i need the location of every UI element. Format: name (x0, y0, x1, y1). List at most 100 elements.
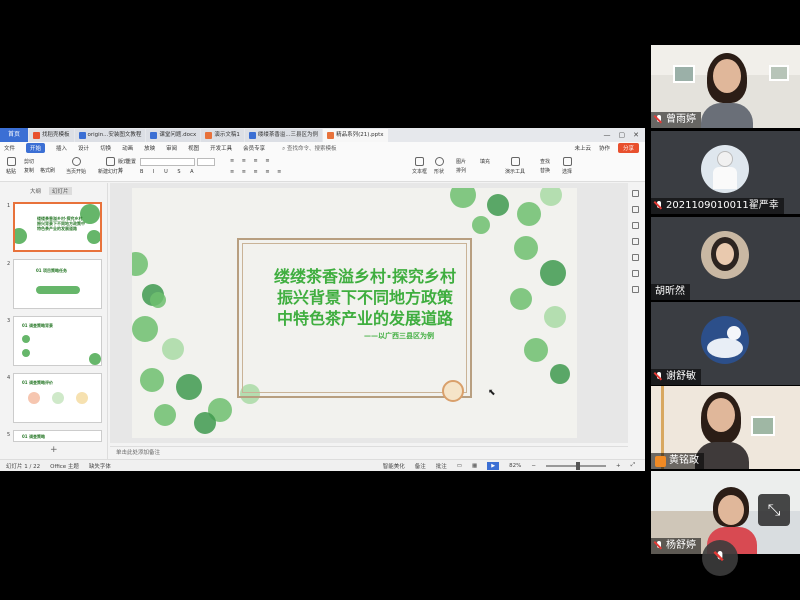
tab-outline[interactable]: 大纲 (30, 187, 41, 195)
font-name-box[interactable] (140, 158, 195, 166)
paste-button[interactable]: 粘贴 (6, 157, 16, 175)
play-from-button[interactable]: 当页开始 (66, 157, 86, 175)
slide-canvas[interactable]: 缕缕茶香溢乡村·探究乡村 振兴背景下不同地方政策 中特色茶产业的发展道路 ——以… (132, 188, 577, 438)
font-size-box[interactable] (197, 158, 215, 166)
status-bar: 幻灯片 1 / 22 Office 主题 缺失字体 智能美化 备注 批注 ▭ ▦… (0, 459, 645, 471)
person-body (701, 103, 753, 128)
avatar-figure-head (717, 151, 733, 167)
fill-button[interactable]: 填充 (480, 158, 490, 165)
comments-toggle[interactable]: 批注 (436, 462, 447, 470)
thumb-title: 缕缕茶香溢乡村·探究乡村振兴背景下不同地方政策中特色茶产业的发展道路 (37, 216, 85, 231)
copy-button[interactable]: 复制 (24, 167, 34, 174)
participant-tile[interactable]: 2021109010011翟严幸 (651, 131, 800, 214)
file-menu[interactable]: 文件 (4, 144, 15, 152)
cut-button[interactable]: 剪切 (24, 158, 34, 165)
slide-thumbnail-2[interactable]: 01 项目策略任务 (13, 259, 102, 309)
slide-thumbnail-1[interactable]: 缕缕茶香溢乡村·探究乡村振兴背景下不同地方政策中特色茶产业的发展道路 (13, 202, 102, 252)
minimize-icon[interactable]: — (604, 128, 611, 142)
person-face (713, 59, 741, 93)
font-style-buttons[interactable]: B I U S A (140, 169, 198, 175)
doc-tab[interactable]: origin...安装图文教程 (74, 129, 146, 142)
menu-item-slideshow[interactable]: 放映 (144, 144, 155, 152)
textbox-button[interactable]: 文本框 (412, 157, 427, 175)
menu-item-animation[interactable]: 动画 (122, 144, 133, 152)
format-painter-button[interactable]: 格式刷 (40, 167, 55, 174)
menu-item-review[interactable]: 审阅 (166, 144, 177, 152)
align-buttons[interactable]: ≡ ≡ ≡ ≡ ≡ (230, 169, 284, 175)
tab-slides[interactable]: 幻灯片 (49, 187, 72, 195)
shape-button[interactable]: 形状 (434, 157, 444, 175)
self-mic-button[interactable] (702, 540, 738, 576)
participant-name-tag: 黄铭政 (651, 453, 704, 469)
transition-icon[interactable] (631, 238, 639, 245)
menu-item-insert[interactable]: 插入 (56, 144, 67, 152)
close-icon[interactable]: ✕ (633, 128, 639, 142)
collab-button[interactable]: 协作 (599, 144, 610, 152)
menu-item-design[interactable]: 设计 (78, 144, 89, 152)
slideshow-tools-button[interactable]: 演示工具 (505, 157, 525, 175)
thumb-title: 01 调查策略评价 (22, 380, 53, 385)
search-icon: ⌕ (282, 145, 286, 152)
zoom-level[interactable]: 82% (509, 463, 521, 469)
participant-tile[interactable]: 曾雨婷 (651, 45, 800, 128)
reset-button[interactable]: 重置 (126, 158, 136, 165)
zoom-out-icon[interactable]: − (531, 463, 536, 469)
menu-item-start[interactable]: 开始 (26, 143, 46, 153)
fit-window-icon[interactable]: ⤢ (631, 462, 635, 469)
slide-subtitle[interactable]: ——以广西三县区为例 (364, 331, 434, 341)
avatar-face (716, 243, 734, 265)
backup-icon[interactable] (631, 254, 639, 261)
zoom-in-icon[interactable]: + (616, 463, 621, 469)
smart-beautify-button[interactable]: 智能美化 (383, 462, 405, 470)
wall-picture (769, 65, 789, 81)
settings-icon[interactable] (631, 270, 639, 277)
menu-item-view[interactable]: 视图 (188, 144, 199, 152)
mic-muted-icon (655, 201, 663, 211)
replace-button[interactable]: 替换 (540, 167, 550, 174)
missing-font-indicator[interactable]: 缺失字体 (89, 462, 111, 470)
doc-tab-active[interactable]: 精品系列(21).pptx (323, 129, 388, 142)
slide-thumbnail-3[interactable]: 01 调查策略背景 (13, 316, 102, 366)
doc-tab[interactable]: 课堂问题.docx (146, 129, 201, 142)
tab-home[interactable]: 首页 (0, 128, 28, 142)
style-icon[interactable] (631, 206, 639, 213)
normal-view-icon[interactable]: ▭ (457, 463, 462, 469)
properties-icon[interactable] (631, 190, 639, 197)
participant-name: 黄铭政 (669, 455, 699, 466)
menu-item-transition[interactable]: 切换 (100, 144, 111, 152)
arrange-button[interactable]: 排列 (456, 167, 466, 174)
section-button[interactable]: 节 (118, 167, 123, 174)
play-slideshow-icon[interactable]: ▶ (487, 461, 500, 470)
sorter-view-icon[interactable]: ▦ (472, 463, 477, 469)
slideshow-tools-icon (510, 157, 520, 166)
picture-button[interactable]: 图片 (456, 158, 466, 165)
notes-toggle[interactable]: 备注 (415, 462, 426, 470)
leaf-decoration (517, 202, 541, 226)
menu-item-developer[interactable]: 开发工具 (210, 144, 232, 152)
participant-tile[interactable]: 胡昕然 (651, 217, 800, 300)
animation-icon[interactable] (631, 222, 639, 229)
slide-title[interactable]: 缕缕茶香溢乡村·探究乡村 振兴背景下不同地方政策 中特色茶产业的发展道路 (260, 266, 470, 329)
participant-tile[interactable]: 黄铭政 (651, 386, 800, 469)
cloud-status[interactable]: 未上云 (574, 144, 591, 152)
notes-area[interactable]: 单击此处添加备注 (110, 446, 628, 458)
expand-screen-icon[interactable]: ⤡ (758, 494, 790, 526)
slide-thumbnail-4[interactable]: 01 调查策略评价 (13, 373, 102, 423)
command-search[interactable]: ⌕ 查找命令、搜索模板 (282, 144, 336, 153)
zoom-slider[interactable] (545, 461, 606, 470)
help-icon[interactable] (631, 286, 639, 293)
doc-tab[interactable]: 演示文稿1 (201, 129, 244, 142)
participant-tile[interactable]: 谢舒敏 (651, 302, 800, 385)
slide-thumbnail-5[interactable]: 01 调查策略 (13, 430, 102, 442)
doc-tab[interactable]: 找稻壳模板 (29, 129, 74, 142)
leaf-decoration (76, 392, 88, 404)
share-button[interactable]: 分享 (617, 143, 639, 153)
select-button[interactable]: 选择 (562, 157, 572, 175)
doc-tab[interactable]: 缕缕茶香溢...三县区为例 (244, 129, 323, 142)
document-tab-bar: 首页 找稻壳模板 origin...安装图文教程 课堂问题.docx 演示文稿1… (0, 128, 645, 142)
find-button[interactable]: 查找 (540, 158, 550, 165)
menu-item-member[interactable]: 会员专享 (243, 144, 265, 152)
paragraph-buttons[interactable]: ≡ ≡ ≡ ≡ (230, 158, 273, 164)
maximize-icon[interactable]: ▢ (619, 128, 626, 142)
add-slide-icon[interactable]: + (50, 445, 58, 455)
